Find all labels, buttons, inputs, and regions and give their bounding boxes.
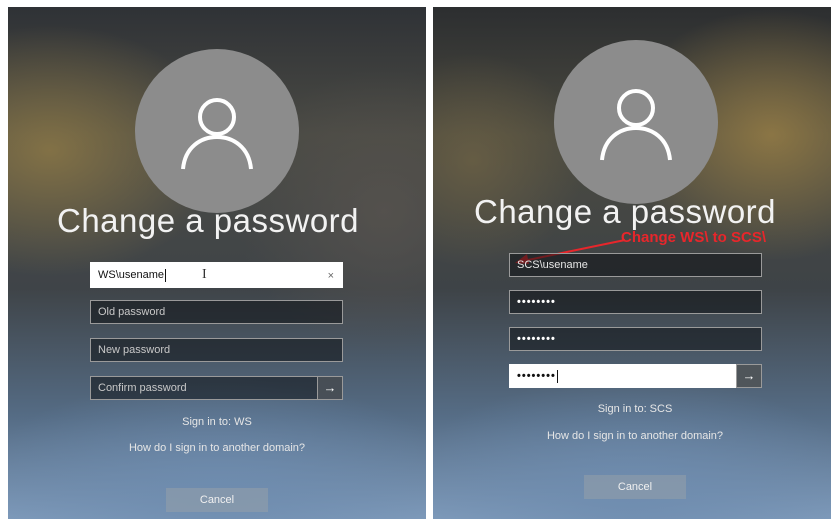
user-avatar [554, 40, 718, 204]
sign-in-domain-text: Sign in to: WS [182, 416, 252, 428]
new-password-field[interactable]: New password [90, 338, 343, 362]
left-panel: Change a password WS\usename I × Old pas… [8, 7, 426, 519]
other-domain-link[interactable]: How do I sign in to another domain? [8, 442, 426, 454]
user-icon [181, 98, 253, 170]
cancel-button[interactable]: Cancel [584, 475, 686, 499]
arrow-right-icon: → [323, 380, 337, 395]
old-password-field[interactable]: Old password [90, 300, 343, 324]
confirm-password-field[interactable]: •••••••• → [509, 364, 762, 388]
username-field[interactable]: SCS\usename [509, 253, 762, 277]
right-panel: Change a password Change WS\ to SCS\ SCS… [433, 7, 831, 519]
old-password-field[interactable]: •••••••• [509, 290, 762, 314]
page-title: Change a password [474, 193, 777, 230]
submit-button[interactable]: → [736, 364, 762, 388]
confirm-password-field[interactable]: Confirm password → [90, 376, 343, 400]
text-caret [556, 369, 558, 383]
user-avatar [135, 49, 299, 213]
other-domain-link[interactable]: How do I sign in to another domain? [433, 430, 831, 442]
old-password-value: •••••••• [517, 296, 556, 308]
confirm-password-value: •••••••• [517, 370, 556, 382]
close-icon[interactable]: × [328, 264, 334, 288]
sign-in-domain-text: Sign in to: SCS [597, 403, 673, 415]
user-icon [600, 89, 672, 161]
confirm-password-placeholder: Confirm password [98, 382, 187, 394]
new-password-field[interactable]: •••••••• [509, 327, 762, 351]
submit-button[interactable]: → [317, 376, 343, 400]
new-password-value: •••••••• [517, 333, 556, 345]
cancel-button[interactable]: Cancel [166, 488, 268, 512]
annotation-text: Change WS\ to SCS\ [621, 229, 767, 246]
username-value: WS\usename [98, 269, 165, 281]
mouse-ibeam-cursor: I [202, 267, 207, 282]
page-title: Change a password [57, 202, 360, 239]
username-field[interactable]: WS\usename I × [90, 262, 343, 288]
text-caret [165, 268, 167, 282]
arrow-right-icon: → [742, 368, 756, 383]
